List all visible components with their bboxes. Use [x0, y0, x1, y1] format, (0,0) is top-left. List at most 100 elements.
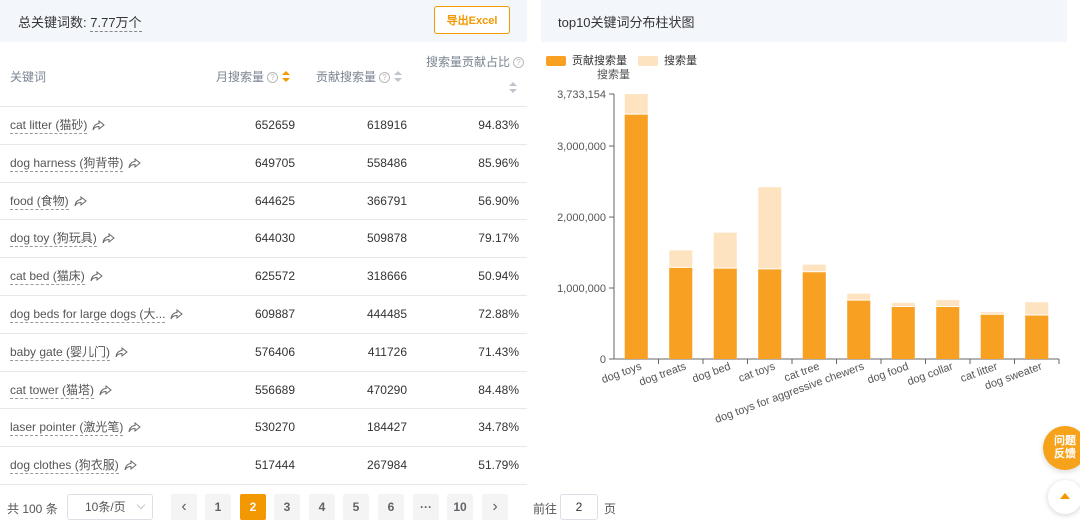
sort-icon[interactable] — [282, 71, 291, 83]
help-icon[interactable]: ? — [513, 57, 525, 68]
column-header-monthly[interactable]: 月搜索量? — [216, 68, 291, 85]
contrib-search-cell: 411726 — [367, 344, 407, 359]
page-button-3[interactable]: 3 — [274, 494, 300, 520]
table-header-bar: 总关键词数: 7.77万个 导出Excel — [0, 0, 527, 42]
column-header-ratio-label: 搜索量贡献占比 — [426, 55, 511, 69]
sort-icon[interactable] — [509, 82, 517, 94]
total-keywords: 总关键词数: 7.77万个 — [18, 12, 142, 32]
chart-title: top10关键词分布柱状图 — [558, 15, 695, 30]
share-icon[interactable] — [74, 185, 87, 223]
y-axis-label: 搜索量 — [597, 67, 630, 81]
share-icon[interactable] — [92, 109, 106, 147]
x-tick-label: dog toys — [600, 360, 644, 386]
contrib-search-cell: 184427 — [366, 420, 407, 435]
column-header-keyword: 关键词 — [10, 70, 47, 84]
contrib-search-cell: 366791 — [366, 193, 407, 208]
keyword-cell[interactable]: food (食物) — [10, 183, 87, 221]
page-button-6[interactable]: 6 — [378, 494, 404, 520]
arrow-up-icon — [1060, 493, 1070, 499]
table-head: 关键词 月搜索量? 贡献搜索量? 搜索量贡献占比? — [0, 42, 527, 107]
bar-contrib-volume — [891, 306, 915, 359]
keyword-link[interactable]: baby gate (婴儿门) — [10, 344, 111, 361]
keyword-link[interactable]: cat litter (猫砂) — [10, 118, 88, 134]
total-keywords-value: 7.77万个 — [90, 15, 142, 32]
page-button-1[interactable]: 1 — [205, 494, 231, 520]
prev-page-button[interactable]: ‹ — [171, 494, 197, 520]
keyword-cell[interactable]: dog beds for large dogs (大... — [10, 296, 184, 336]
feedback-button[interactable]: 问题 反馈 — [1043, 426, 1080, 470]
y-tick-label: 3,000,000 — [557, 141, 606, 153]
ratio-cell: 79.17% — [478, 231, 519, 246]
scroll-top-button[interactable] — [1048, 480, 1080, 514]
help-icon[interactable]: ? — [267, 72, 279, 83]
keyword-cell[interactable]: laser pointer (激光笔) — [10, 409, 142, 449]
column-header-contrib[interactable]: 贡献搜索量? — [316, 68, 403, 85]
monthly-search-cell: 644030 — [254, 231, 295, 246]
x-tick-label: dog treats — [638, 360, 689, 388]
keyword-link[interactable]: dog harness (狗背带) — [10, 155, 124, 172]
share-icon[interactable] — [115, 336, 128, 374]
share-icon[interactable] — [102, 222, 115, 260]
share-icon[interactable] — [99, 374, 112, 412]
bar-contrib-volume — [1025, 314, 1049, 359]
contrib-search-cell: 618916 — [366, 118, 407, 132]
ratio-cell: 50.94% — [478, 269, 519, 284]
x-tick-label: dog collar — [906, 360, 955, 388]
next-page-button[interactable]: › — [482, 494, 508, 520]
keyword-cell[interactable]: cat litter (猫砂) — [10, 107, 106, 147]
page-button-10[interactable]: 10 — [447, 494, 473, 520]
monthly-search-cell: 609887 — [254, 306, 295, 321]
keyword-link[interactable]: cat tower (猫塔) — [10, 382, 95, 399]
bar-contrib-volume — [624, 114, 648, 359]
table-row: dog clothes (狗衣服) 517444 267984 51.79% — [0, 447, 527, 485]
ratio-cell: 94.83% — [478, 118, 519, 132]
ratio-cell: 34.78% — [478, 420, 519, 435]
keyword-link[interactable]: laser pointer (激光笔) — [10, 420, 124, 437]
column-header-ratio[interactable]: 搜索量贡献占比? — [426, 53, 525, 70]
keyword-link[interactable]: food (食物) — [10, 193, 69, 210]
contrib-search-cell: 267984 — [366, 458, 407, 473]
contrib-search-cell: 444485 — [366, 306, 407, 321]
keyword-link[interactable]: dog clothes (狗衣服) — [10, 458, 119, 475]
keyword-cell[interactable]: dog toy (狗玩具) — [10, 220, 115, 258]
chevron-down-icon — [136, 500, 146, 510]
monthly-search-cell: 644625 — [254, 193, 295, 208]
keyword-link[interactable]: dog beds for large dogs (大... — [10, 306, 166, 323]
table-row: dog harness (狗背带) 649705 558486 85.96% — [0, 145, 527, 183]
table-row: food (食物) 644625 366791 56.90% — [0, 183, 527, 221]
share-icon[interactable] — [90, 260, 103, 298]
page-button-5[interactable]: 5 — [343, 494, 369, 520]
keyword-cell[interactable]: cat tower (猫塔) — [10, 372, 112, 410]
bar-contrib-volume — [936, 306, 960, 359]
monthly-search-cell: 576406 — [254, 344, 295, 359]
keyword-table-panel: 总关键词数: 7.77万个 导出Excel 关键词 月搜索量? 贡献搜索量? 搜… — [0, 0, 616, 531]
contrib-search-cell: 509878 — [366, 231, 407, 246]
help-icon[interactable]: ? — [379, 72, 391, 83]
keyword-cell[interactable]: baby gate (婴儿门) — [10, 334, 128, 372]
total-keywords-label: 总关键词数: — [18, 15, 87, 30]
page-button-2[interactable]: 2 — [240, 494, 266, 520]
page-button-4[interactable]: 4 — [309, 494, 335, 520]
keyword-cell[interactable]: cat bed (猫床) — [10, 258, 103, 296]
table-row: cat litter (猫砂) 652659 618916 94.83% — [0, 107, 527, 145]
legend-swatch — [546, 56, 566, 66]
bar-contrib-volume — [847, 300, 871, 359]
more-pages-button[interactable]: ··· — [413, 494, 439, 520]
ratio-cell: 85.96% — [478, 155, 519, 170]
share-icon[interactable] — [128, 147, 142, 185]
page-size-select[interactable]: 10条/页 — [67, 494, 153, 520]
keyword-cell[interactable]: dog clothes (狗衣服) — [10, 447, 137, 485]
table-row: laser pointer (激光笔) 530270 184427 34.78% — [0, 409, 527, 449]
sort-icon[interactable] — [394, 71, 403, 83]
monthly-search-cell: 625572 — [254, 269, 295, 284]
share-icon[interactable] — [170, 298, 184, 336]
share-icon[interactable] — [124, 449, 137, 487]
export-excel-button[interactable]: 导出Excel — [434, 6, 510, 34]
contrib-search-cell: 470290 — [366, 382, 407, 397]
keyword-link[interactable]: cat bed (猫床) — [10, 269, 85, 286]
legend-label: 搜索量 — [664, 53, 697, 67]
keyword-link[interactable]: dog toy (狗玩具) — [10, 231, 97, 248]
share-icon[interactable] — [128, 411, 142, 449]
bar-contrib-volume — [669, 267, 693, 359]
keyword-cell[interactable]: dog harness (狗背带) — [10, 145, 142, 185]
